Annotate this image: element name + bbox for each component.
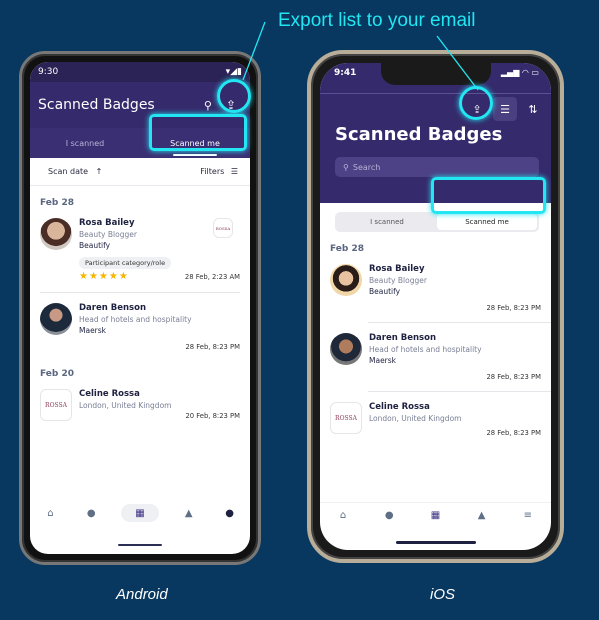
status-time: 9:41 — [334, 68, 357, 78]
sort-button[interactable]: Scan date ↑ — [48, 167, 102, 176]
chat-icon[interactable]: ● — [80, 504, 102, 522]
filters-button[interactable]: Filters ☰ — [200, 167, 238, 176]
export-callout: Export list to your email — [278, 10, 476, 31]
company-logo: ROSSA — [40, 389, 72, 421]
contact-name: Celine Rossa — [79, 389, 140, 399]
date-header: Feb 20 — [40, 369, 74, 379]
contact-role: Head of hotels and hospitality — [79, 315, 192, 324]
list-item[interactable]: ROSSA Celine Rossa London, United Kingdo… — [320, 398, 551, 441]
contact-company: Beautify — [79, 241, 111, 250]
tab-i-scanned[interactable]: I scanned — [30, 128, 140, 158]
sort-arrow-icon: ↑ — [95, 167, 103, 176]
contact-name: Daren Benson — [369, 333, 437, 343]
divider — [368, 391, 551, 392]
contact-name: Celine Rossa — [369, 402, 430, 412]
contact-location: London, United Kingdom — [79, 401, 172, 410]
search-placeholder: Search — [352, 162, 381, 172]
divider — [320, 93, 551, 94]
contact-name: Rosa Bailey — [369, 264, 425, 274]
qr-code-icon[interactable]: ▦ — [120, 504, 159, 522]
search-input[interactable]: ⚲ Search — [335, 157, 539, 177]
signal-battery-icon: ▾◢▮ — [225, 67, 242, 77]
filter-sliders-icon[interactable]: ☰ — [493, 97, 517, 121]
status-time: 9:30 — [38, 67, 59, 77]
bottom-nav: ⌂ ● ▦ ▲ ● — [30, 500, 250, 526]
category-chip: Participant category/role — [79, 257, 172, 269]
ios-screen: 9:41 ▂▄▆ ◠ ▭ ⇪ ☰ ⇅ Scanned Badges ⚲ Sear… — [320, 63, 551, 550]
date-header: Feb 28 — [40, 198, 74, 208]
list-item[interactable]: Rosa Bailey Beauty Blogger Beautify 28 F… — [320, 260, 551, 316]
scan-time: 20 Feb, 8:23 PM — [185, 412, 240, 420]
list-item[interactable]: Daren Benson Head of hotels and hospital… — [30, 299, 250, 355]
tab-scanned-me[interactable]: Scanned me — [437, 214, 537, 230]
list-item[interactable]: ROSSA Celine Rossa London, United Kingdo… — [30, 385, 250, 425]
signal-wifi-battery-icon: ▂▄▆ ◠ ▭ — [500, 68, 539, 77]
scan-time: 28 Feb, 8:23 PM — [486, 373, 541, 381]
tab-highlight-ios — [431, 177, 546, 214]
filters-label: Filters — [200, 167, 225, 176]
contact-location: London, United Kingdom — [369, 414, 462, 423]
contact-role: Beauty Blogger — [369, 276, 427, 285]
segmented-control: I scanned Scanned me — [335, 212, 539, 232]
tab-highlight-android — [149, 114, 247, 151]
notch — [380, 63, 491, 85]
company-logo: ROSSA — [213, 218, 233, 238]
list-item[interactable]: Daren Benson Head of hotels and hospital… — [320, 329, 551, 385]
scan-time: 28 Feb, 8:23 PM — [486, 304, 541, 312]
home-icon[interactable]: ⌂ — [39, 504, 61, 522]
divider — [368, 322, 551, 323]
contact-company: Maersk — [369, 356, 397, 365]
ios-phone: 9:41 ▂▄▆ ◠ ▭ ⇪ ☰ ⇅ Scanned Badges ⚲ Sear… — [307, 50, 564, 563]
divider — [40, 292, 240, 293]
chat-icon[interactable]: ● — [378, 507, 400, 525]
qr-code-icon[interactable]: ▦ — [424, 507, 446, 525]
status-bar: 9:30 ▾◢▮ — [30, 62, 250, 82]
contact-name: Daren Benson — [79, 303, 147, 313]
page-title: Scanned Badges — [38, 97, 155, 113]
avatar — [330, 333, 362, 365]
sort-bar: Scan date ↑ Filters ☰ — [30, 158, 250, 186]
scan-time: 28 Feb, 2:23 AM — [184, 272, 240, 281]
sort-icon[interactable]: ⇅ — [521, 97, 545, 121]
home-indicator — [118, 544, 162, 546]
list-item[interactable]: Rosa Bailey Beauty Blogger Beautify Part… — [30, 214, 250, 286]
page-title: Scanned Badges — [335, 124, 503, 145]
caption-ios: iOS — [430, 586, 456, 603]
avatar — [40, 218, 72, 250]
caption-android: Android — [116, 586, 168, 603]
filter-sliders-icon: ☰ — [230, 167, 238, 176]
export-highlight-ios — [459, 86, 493, 120]
scan-time: 28 Feb, 8:23 PM — [486, 429, 541, 437]
rating-stars: ★★★★★ — [79, 271, 129, 282]
company-logo: ROSSA — [330, 402, 362, 434]
bell-icon[interactable]: ▲ — [471, 507, 493, 525]
export-highlight-android — [217, 79, 251, 113]
contact-company: Maersk — [79, 326, 107, 335]
bell-icon[interactable]: ▲ — [178, 504, 200, 522]
avatar — [330, 264, 362, 296]
date-header: Feb 28 — [330, 244, 364, 254]
search-icon: ⚲ — [343, 162, 349, 172]
home-icon[interactable]: ⌂ — [332, 507, 354, 525]
avatar — [40, 303, 72, 335]
scan-time: 28 Feb, 8:23 PM — [185, 343, 240, 351]
profile-icon[interactable]: ● — [219, 504, 241, 522]
search-icon[interactable]: ⚲ — [204, 99, 212, 112]
contact-company: Beautify — [369, 287, 401, 296]
sort-label: Scan date — [48, 167, 89, 176]
menu-icon[interactable]: ≡ — [517, 507, 539, 525]
contact-role: Head of hotels and hospitality — [369, 345, 482, 354]
home-indicator — [395, 541, 476, 544]
bottom-nav: ⌂ ● ▦ ▲ ≡ — [320, 502, 551, 528]
tab-i-scanned[interactable]: I scanned — [337, 214, 437, 230]
